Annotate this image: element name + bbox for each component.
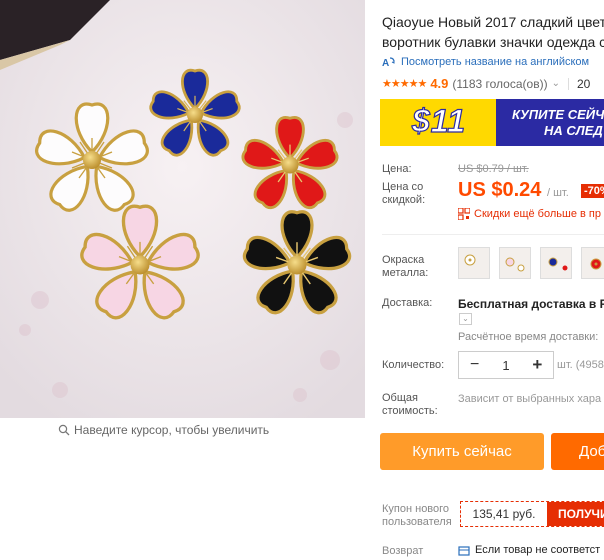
returns-label: Возврат: [382, 545, 424, 557]
metal-color-swatches: [458, 247, 604, 279]
section-divider: [382, 234, 604, 235]
shipping-dropdown-icon[interactable]: ⌄: [459, 313, 472, 325]
app-deal-text: Скидки ещё больше в пр: [474, 208, 601, 220]
product-page: Наведите курсор, чтобы увеличить Qiaoyue…: [0, 0, 604, 560]
rating-row[interactable]: ★★★★★ 4.9 (1183 голоса(ов)) ⌄ 20: [382, 76, 590, 91]
stock-count: шт. (4958: [557, 359, 604, 371]
svg-text:A: A: [382, 58, 389, 68]
new-price-value: US $0.24: [458, 179, 542, 201]
price-per-unit: / шт.: [546, 187, 569, 199]
quantity-stepper: − 1 +: [458, 351, 554, 379]
orders-count: 20: [576, 76, 591, 91]
promo-amount: $11: [411, 102, 467, 139]
product-title-line2: воротник булавки значки одежда с: [382, 34, 604, 50]
discount-badge: -70%: [581, 184, 604, 198]
shipping-label: Доставка:: [382, 297, 433, 309]
swatch-blue[interactable]: [540, 247, 572, 279]
coupon-label: Купон нового пользователя: [382, 503, 452, 528]
quantity-increase-button[interactable]: +: [522, 355, 553, 375]
coupon-amount: 135,41 руб.: [472, 507, 536, 521]
total-note: Зависит от выбранных хара: [458, 393, 602, 405]
total-label: Общая стоимость:: [382, 392, 438, 417]
metal-color-label: Окраска металла:: [382, 254, 429, 279]
enamel-flower-pins-photo: [0, 0, 365, 418]
app-deal-link[interactable]: Скидки ещё больше в пр: [458, 208, 601, 220]
zoom-hint: Наведите курсор, чтобы увеличить: [58, 423, 269, 437]
qr-code-icon: [458, 208, 470, 220]
return-box-icon: [458, 546, 470, 556]
product-title-line1: Qiaoyue Новый 2017 сладкий цвето: [382, 14, 604, 30]
swatch-pink[interactable]: [499, 247, 531, 279]
chevron-down-icon: ⌄: [551, 78, 560, 89]
price-label: Цена:: [382, 163, 412, 175]
product-title: Qiaoyue Новый 2017 сладкий цвето воротни…: [382, 12, 604, 52]
quantity-input[interactable]: 1: [490, 358, 521, 373]
rating-stars-icon: ★★★★★: [382, 78, 427, 90]
magnifier-icon: [58, 424, 70, 436]
white-flower-icon: [464, 254, 476, 266]
returns-info[interactable]: Если товар не соответст: [458, 544, 600, 556]
product-details: Qiaoyue Новый 2017 сладкий цвето воротни…: [380, 0, 604, 560]
quantity-label: Количество:: [382, 359, 445, 371]
divider: [567, 77, 569, 90]
translate-title-link[interactable]: A Посмотреть название на английском: [382, 56, 589, 68]
pink-flower-icon: [505, 257, 525, 272]
shipping-eta: Расчётное время доставки:: [458, 331, 599, 343]
blue-flower-icon: [548, 257, 568, 271]
shipping-value[interactable]: Бесплатная доставка в Rus: [458, 297, 604, 311]
get-coupon-button[interactable]: ПОЛУЧИ: [547, 502, 604, 526]
product-image[interactable]: [0, 0, 365, 418]
swatch-red[interactable]: [581, 247, 604, 279]
quantity-decrease-button[interactable]: −: [459, 356, 490, 374]
old-price: US $0.79 / шт.: [458, 163, 529, 175]
translate-title-text: Посмотреть название на английском: [401, 56, 590, 68]
promo-text: КУПИТЕ СЕЙЧА НА СЛЕД: [512, 107, 604, 139]
red-flower-icon: [590, 258, 602, 270]
rating-value: 4.9: [430, 76, 449, 91]
returns-text: Если товар не соответст: [475, 544, 601, 556]
translate-icon: A: [382, 57, 395, 68]
zoom-hint-text: Наведите курсор, чтобы увеличить: [74, 423, 270, 437]
swatch-white[interactable]: [458, 247, 490, 279]
discount-price-label: Цена со скидкой:: [382, 181, 426, 206]
promo-text-line1: КУПИТЕ СЕЙЧА: [512, 107, 604, 122]
coupon-box: 135,41 руб. ПОЛУЧИ: [460, 501, 604, 527]
new-price: US $0.24 / шт.: [458, 179, 569, 202]
promo-text-line2: НА СЛЕД: [544, 123, 603, 138]
rating-votes: (1183 голоса(ов)): [452, 76, 548, 91]
promo-banner[interactable]: $11 КУПИТЕ СЕЙЧА НА СЛЕД: [380, 99, 604, 146]
add-to-cart-button[interactable]: Доб: [551, 433, 604, 470]
buy-now-button[interactable]: Купить сейчас: [380, 433, 544, 470]
